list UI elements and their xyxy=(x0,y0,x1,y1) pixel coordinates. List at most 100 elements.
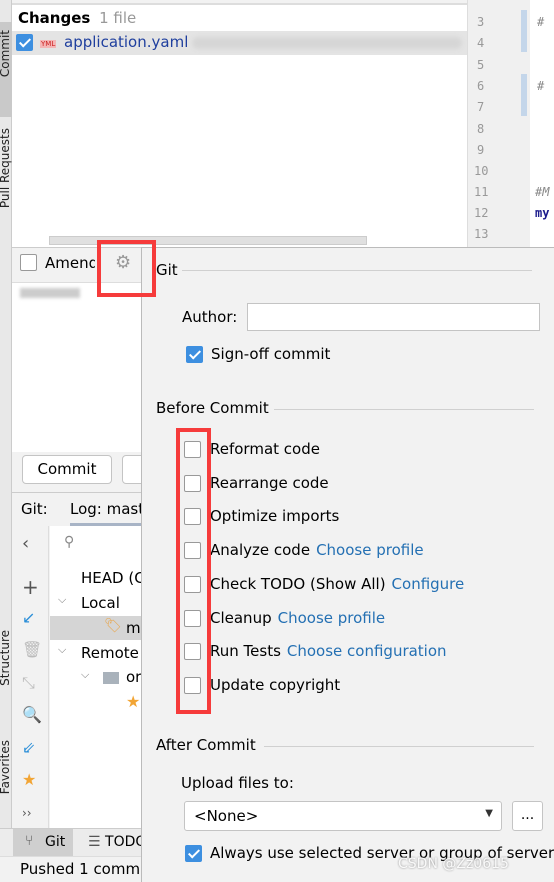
tab-git[interactable]: ⑂ Git xyxy=(13,829,73,856)
chevron-down-icon[interactable]: ⌵ xyxy=(81,668,89,682)
divider xyxy=(264,746,534,747)
blurred-message xyxy=(20,288,80,298)
before-commit-option[interactable]: Reformat code xyxy=(210,440,320,458)
more-icon[interactable]: ›› xyxy=(22,806,32,820)
divider xyxy=(182,270,532,271)
change-marker xyxy=(521,74,527,116)
before-commit-option[interactable]: Optimize imports xyxy=(210,507,339,525)
search-icon[interactable]: ⚲ xyxy=(64,534,74,550)
watermark: CSDN @Zz0615 xyxy=(398,856,509,872)
git-panel-label: Git: xyxy=(21,500,48,518)
divider xyxy=(274,409,534,410)
option-label: Optimize imports xyxy=(210,507,340,526)
checkout-icon[interactable]: ⇙ xyxy=(22,738,35,757)
search-icon[interactable]: 🔍 xyxy=(22,705,42,724)
structure-tab[interactable]: Structure xyxy=(0,630,12,686)
line-number: 7 xyxy=(477,100,485,114)
tree-item-master[interactable]: 🏷 ma xyxy=(50,616,150,640)
chevron-down-icon: ▼ xyxy=(485,808,493,819)
before-commit-option[interactable]: Cleanup Choose profile xyxy=(210,609,385,627)
status-text: Pushed 1 commi xyxy=(20,860,142,878)
line-number: 12 xyxy=(474,206,489,220)
code-snippet: # xyxy=(537,15,545,29)
highlight-gear xyxy=(97,240,156,297)
amend-label[interactable]: Amend xyxy=(45,254,95,272)
before-commit-option[interactable]: Check TODO (Show All) Configure xyxy=(210,575,464,593)
more-button[interactable]: ... xyxy=(512,801,543,831)
option-label: Update copyright xyxy=(210,675,341,694)
changes-count: 1 file xyxy=(99,9,137,27)
line-number: 4 xyxy=(477,36,485,50)
option-link[interactable]: Choose profile xyxy=(316,541,424,559)
branch-tree: ⚲ HEAD (C ⌵ Local 🏷 ma ⌵ Remote ⌵ or ★ xyxy=(50,526,150,828)
tag-icon: 🏷 xyxy=(104,618,122,634)
tree-item-origin[interactable]: or xyxy=(126,668,141,686)
git-branch-icon: ⑂ xyxy=(25,833,34,849)
tab-log[interactable]: Log: mast xyxy=(70,500,142,526)
line-number: 13 xyxy=(474,227,489,241)
before-commit-title: Before Commit xyxy=(156,399,269,417)
delete-icon[interactable]: 🗑 xyxy=(22,640,42,659)
tree-item-remote[interactable]: Remote xyxy=(81,644,139,662)
option-link[interactable]: Choose configuration xyxy=(287,642,447,660)
author-label: Author: xyxy=(182,308,238,326)
option-label: Reformat code xyxy=(210,440,320,458)
code-snippet: my xyxy=(535,206,550,220)
blurred-path xyxy=(192,37,462,49)
yaml-file-icon: YML xyxy=(40,40,57,48)
line-number: 3 xyxy=(477,15,485,29)
tree-item-head[interactable]: HEAD (C xyxy=(81,569,145,587)
before-commit-option[interactable]: Run Tests Choose configuration xyxy=(210,642,447,660)
changes-title: Changes xyxy=(18,9,91,27)
line-number: 11 xyxy=(474,185,489,199)
git-section-title: Git xyxy=(156,261,178,279)
file-row[interactable]: YML application.yaml xyxy=(12,31,467,55)
before-commit-option[interactable]: Update copyright xyxy=(210,676,340,694)
upload-select[interactable]: <None> ▼ xyxy=(184,801,502,831)
file-checkbox[interactable] xyxy=(16,34,33,51)
line-number: 5 xyxy=(477,58,485,72)
after-commit-title: After Commit xyxy=(156,736,256,754)
before-commit-option[interactable]: Analyze code Choose profile xyxy=(210,541,424,559)
option-link[interactable]: Choose profile xyxy=(278,609,386,627)
collapse-left-icon[interactable]: ‹ xyxy=(22,533,29,554)
tree-item-local[interactable]: Local xyxy=(81,594,120,612)
file-name[interactable]: application.yaml xyxy=(64,33,188,51)
line-number: 9 xyxy=(477,143,485,157)
merge-icon[interactable]: ⤡ xyxy=(22,673,35,693)
signoff-label[interactable]: Sign-off commit xyxy=(211,345,330,363)
tab-git-label: Git xyxy=(45,834,66,850)
star-icon: ★ xyxy=(126,692,141,711)
highlight-checkboxes xyxy=(176,428,211,714)
line-number: 10 xyxy=(474,164,489,178)
add-icon[interactable]: + xyxy=(22,575,39,599)
line-number: 8 xyxy=(477,122,485,136)
chevron-down-icon[interactable]: ⌵ xyxy=(58,593,66,607)
commit-tool-tab-label[interactable]: Commit xyxy=(0,30,12,77)
author-field[interactable] xyxy=(247,303,540,331)
option-label: Rearrange code xyxy=(210,473,329,492)
tab-todo[interactable]: ☰ TODO xyxy=(88,834,146,850)
commit-button[interactable]: Commit xyxy=(22,455,112,484)
commit-message-area[interactable] xyxy=(12,282,142,452)
changes-panel: Changes 1 file YML application.yaml xyxy=(12,3,467,247)
star-icon[interactable]: ★ xyxy=(22,770,36,789)
option-label: Cleanup xyxy=(210,608,272,627)
list-icon: ☰ xyxy=(88,834,101,850)
chevron-down-icon[interactable]: ⌵ xyxy=(58,643,66,657)
option-link[interactable]: Configure xyxy=(392,575,465,593)
before-commit-option[interactable]: Rearrange code xyxy=(210,474,329,492)
always-use-checkbox[interactable] xyxy=(185,845,202,862)
upload-label: Upload files to: xyxy=(181,774,294,792)
option-label: Check TODO (Show All) xyxy=(210,574,386,593)
change-marker xyxy=(521,10,527,52)
line-number: 6 xyxy=(477,79,485,93)
update-arrow-icon[interactable]: ↙ xyxy=(22,608,35,627)
amend-checkbox[interactable] xyxy=(20,254,37,271)
option-label: Run Tests xyxy=(210,642,281,661)
pull-requests-tab[interactable]: Pull Requests xyxy=(0,128,12,208)
option-label: Analyze code xyxy=(210,541,311,560)
favorites-tab[interactable]: Favorites xyxy=(0,740,12,794)
signoff-checkbox[interactable] xyxy=(186,346,203,363)
upload-select-value: <None> xyxy=(194,807,259,825)
